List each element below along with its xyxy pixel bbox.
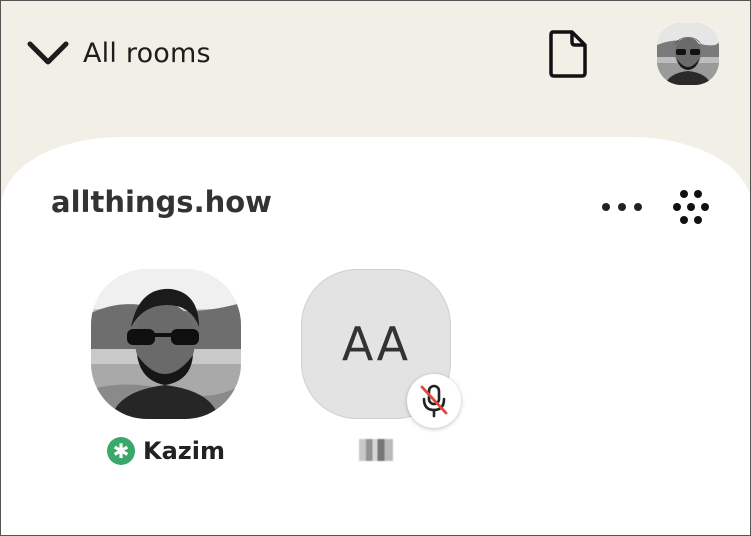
document-icon xyxy=(549,30,587,78)
member-name: Kazim xyxy=(143,437,225,465)
all-rooms-label: All rooms xyxy=(83,37,211,69)
moderator-asterisk-icon: ✱ xyxy=(107,437,135,465)
speaker-kazim[interactable]: ✱ Kazim xyxy=(91,269,241,465)
member-avatar-wrapper: AA xyxy=(301,269,461,428)
all-rooms-toggle[interactable]: All rooms xyxy=(27,31,211,75)
room-panel: allthings.how ✱ Kazim AA xyxy=(1,137,750,535)
dots-grid-icon xyxy=(673,190,709,224)
avatar-initials: AA xyxy=(341,317,411,371)
chevron-down-icon xyxy=(27,40,69,66)
mic-muted-icon xyxy=(420,384,448,418)
app-frame: All rooms allthings.how ✱ Kazim AA xyxy=(0,0,751,536)
profile-avatar[interactable] xyxy=(657,23,719,85)
blurred-member-name xyxy=(359,439,393,461)
speaker-aa[interactable]: AA xyxy=(301,269,461,461)
grid-view-button[interactable] xyxy=(671,187,711,227)
document-button[interactable] xyxy=(547,29,589,79)
more-horizontal-icon xyxy=(602,203,642,211)
member-name-row: ✱ Kazim xyxy=(91,437,241,465)
member-avatar[interactable] xyxy=(91,269,241,419)
top-bar: All rooms xyxy=(1,1,750,131)
room-title: allthings.how xyxy=(51,185,272,219)
more-options-button[interactable] xyxy=(597,195,647,219)
mic-muted-badge xyxy=(407,374,461,428)
